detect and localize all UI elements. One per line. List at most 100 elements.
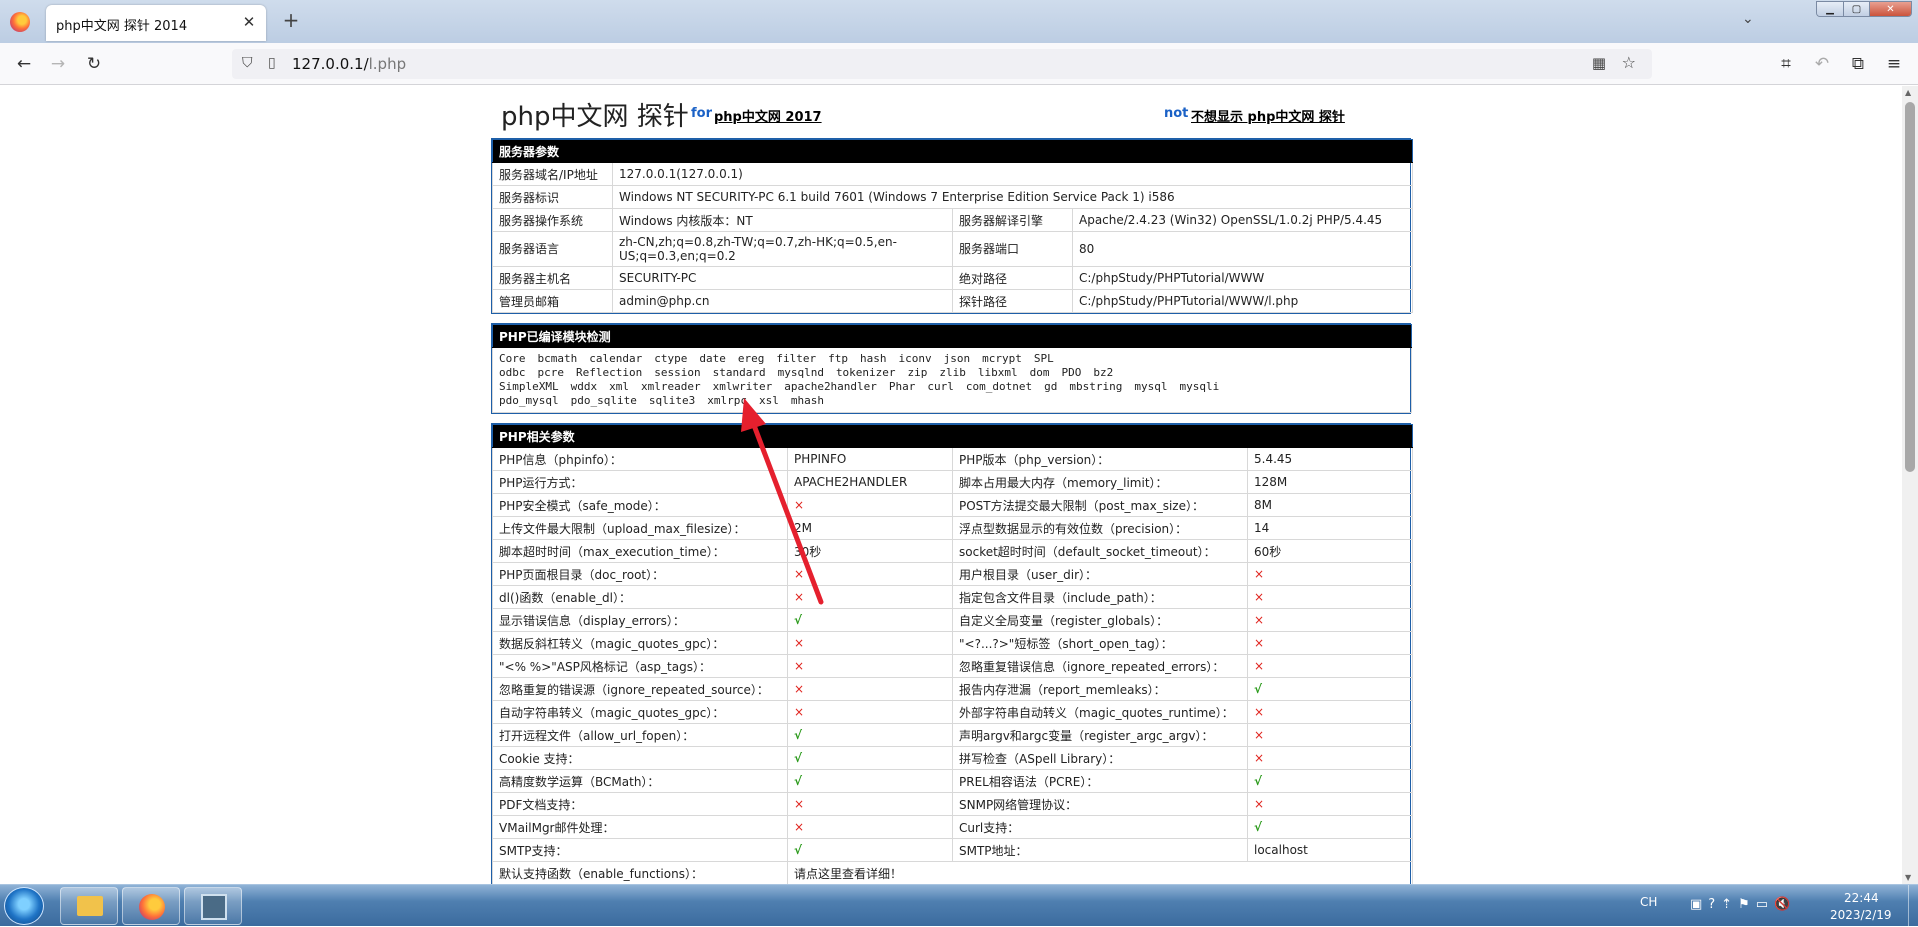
for-link[interactable]: php中文网 2017: [714, 106, 822, 125]
table-row: 高精度数学运算（BCMath）： √ PREL相容语法（PCRE）： √: [492, 769, 1414, 793]
qr-code-icon[interactable]: ▦: [1592, 54, 1606, 72]
tab-close-icon[interactable]: ✕: [240, 13, 258, 31]
page-header: php中文网 探针 for php中文网 2017 not 不想显示 php中文…: [491, 86, 1411, 138]
bookmark-star-icon[interactable]: ☆: [1622, 53, 1636, 72]
module-name: gd: [1044, 380, 1058, 393]
firefox-logo-icon: [10, 12, 30, 32]
param-key: 脚本超时时间（max_execution_time）：: [492, 539, 788, 563]
app-window-icon: [201, 894, 227, 920]
scroll-down-icon[interactable]: ▼: [1905, 873, 1911, 882]
param-key: 浮点型数据显示的有效位数（precision）：: [952, 516, 1248, 540]
module-name: mysql: [1134, 380, 1168, 393]
table-row: 打开远程文件（allow_url_fopen）： √ 声明argv和argc变量（r…: [492, 723, 1414, 747]
param-value: localhost: [1246, 838, 1414, 862]
undo-icon[interactable]: ↶: [1810, 53, 1834, 75]
module-name: mhash: [790, 394, 824, 407]
param-value: ×: [787, 677, 953, 701]
php-params-table: PHP相关参数 PHP信息（phpinfo）： PHPINFO PHP版本（php_…: [491, 423, 1414, 884]
param-value: √: [787, 723, 953, 747]
table-row: 显示错误信息（display_errors）： √ 自定义全局变量（register…: [492, 608, 1414, 632]
param-value: PHPINFO: [787, 447, 953, 471]
page-scrollbar[interactable]: ▲ ▼: [1902, 86, 1918, 884]
table-row: PHP运行方式： APACHE2HANDLER 脚本占用最大内存（memory_li…: [492, 470, 1414, 494]
module-name: sqlite3: [648, 394, 696, 407]
clock-date[interactable]: 2023/2/19: [1830, 908, 1892, 922]
module-name: session: [654, 366, 701, 379]
taskbar-app-button[interactable]: [184, 887, 242, 925]
param-value: √: [787, 608, 953, 632]
minimize-button[interactable]: ▁: [1817, 2, 1843, 16]
table-row: PHP安全模式（safe_mode）： × POST方法提交最大限制（post_ma…: [492, 493, 1414, 517]
param-key: 管理员邮箱: [492, 289, 613, 313]
module-name: bz2: [1093, 366, 1114, 379]
param-key: 脚本占用最大内存（memory_limit）：: [952, 470, 1248, 494]
module-name: calendar: [589, 352, 643, 365]
module-name: json: [943, 352, 971, 365]
module-name: pdo_mysql: [499, 394, 559, 407]
param-value: √: [787, 769, 953, 793]
module-name: ctype: [654, 352, 688, 365]
url-bar[interactable]: ⛉ ▯ 127.0.0.1/l.php ▦ ☆: [232, 49, 1652, 79]
system-tray-icons[interactable]: ▣?⇡⚑▭🔇: [1690, 897, 1796, 912]
param-key: 服务器主机名: [492, 266, 613, 290]
reload-icon[interactable]: ↻: [82, 53, 106, 75]
modules-table: PHP已编译模块检测 Core bcmath calendar ctype date er…: [491, 323, 1412, 414]
new-tab-button[interactable]: +: [280, 10, 302, 32]
input-language-indicator[interactable]: CH: [1640, 895, 1657, 909]
module-name: SPL: [1033, 352, 1054, 365]
param-value: ×: [1246, 585, 1414, 609]
module-name: mysqli: [1179, 380, 1220, 393]
taskbar-explorer-button[interactable]: [60, 887, 118, 925]
table-row: 上传文件最大限制（upload_max_filesize）： 2M 浮点型数据显示的…: [492, 516, 1414, 540]
param-value: √: [1246, 769, 1414, 793]
clock-time[interactable]: 22:44: [1844, 891, 1879, 905]
table-row: PDF文档支持： × SNMP网络管理协议： ×: [492, 792, 1414, 816]
module-name: PDO: [1061, 366, 1082, 379]
module-name: zlib: [939, 366, 966, 379]
table-row: 服务器语言 zh-CN,zh;q=0.8,zh-TW;q=0.7,zh-HK;q…: [492, 231, 1414, 267]
back-arrow-icon[interactable]: ←: [12, 53, 36, 75]
param-value: Windows 内核版本：NT: [612, 208, 953, 232]
php-params-heading: PHP相关参数: [491, 424, 1414, 448]
table-row: 数据反斜杠转义（magic_quotes_gpc）： × "<?...?>"短标签（…: [492, 631, 1414, 655]
param-value: √: [1246, 815, 1414, 839]
scroll-up-icon[interactable]: ▲: [1905, 88, 1911, 97]
module-name: tokenizer: [835, 366, 896, 379]
param-key: 拼写检查（ASpell Library）：: [952, 746, 1248, 770]
tab-active[interactable]: php中文网 探针 2014 ✕: [46, 5, 266, 41]
table-row: 自动字符串转义（magic_quotes_gpc）： × 外部字符串自动转义（mag…: [492, 700, 1414, 724]
param-key: "<% %>"ASP风格标记（asp_tags）：: [492, 654, 788, 678]
screenshot-crop-icon[interactable]: ⌗: [1774, 53, 1798, 75]
start-orb-icon[interactable]: [4, 887, 44, 925]
module-name: Reflection: [576, 366, 643, 379]
table-row: 服务器域名/IP地址 127.0.0.1(127.0.0.1): [492, 162, 1414, 186]
table-row: 服务器主机名 SECURITY-PC 绝对路径 C:/phpStudy/PHPT…: [492, 266, 1414, 290]
scroll-thumb[interactable]: [1905, 102, 1915, 472]
window-controls: ▁ ▢ ✕: [1816, 1, 1912, 17]
menu-hamburger-icon[interactable]: ≡: [1882, 53, 1906, 75]
close-window-button[interactable]: ✕: [1869, 2, 1911, 16]
param-value: C:/phpStudy/PHPTutorial/WWW: [1071, 266, 1414, 290]
hide-probe-link[interactable]: 不想显示 php中文网 探针: [1191, 106, 1345, 125]
module-name: filter: [776, 352, 817, 365]
extensions-puzzle-icon[interactable]: ⧉: [1846, 53, 1870, 75]
list-tabs-chevron-icon[interactable]: ⌄: [1742, 11, 1754, 27]
page-viewport: php中文网 探针 for php中文网 2017 not 不想显示 php中文…: [0, 86, 1902, 884]
taskbar-firefox-button[interactable]: [122, 887, 180, 925]
page-info-icon[interactable]: ▯: [268, 55, 276, 71]
module-name: xmlwriter: [712, 380, 773, 393]
show-desktop-button[interactable]: [1908, 885, 1918, 927]
windows-taskbar: CH ▣?⇡⚑▭🔇 22:44 2023/2/19: [0, 884, 1918, 927]
param-key: 数据反斜杠转义（magic_quotes_gpc）：: [492, 631, 788, 655]
url-text[interactable]: 127.0.0.1/l.php: [292, 55, 406, 73]
param-value: 60秒: [1246, 539, 1414, 563]
param-key: Cookie 支持：: [492, 746, 788, 770]
tracking-shield-icon[interactable]: ⛉: [242, 55, 253, 71]
maximize-button[interactable]: ▢: [1843, 2, 1869, 16]
table-row: 默认支持函数（enable_functions）： 请点这里查看详细！: [492, 861, 1414, 884]
forward-arrow-icon[interactable]: →: [46, 53, 70, 75]
view-functions-link[interactable]: 请点这里查看详细！: [786, 861, 1414, 884]
module-name: Core: [499, 352, 526, 365]
param-value: ×: [787, 562, 953, 586]
param-key: 上传文件最大限制（upload_max_filesize）：: [492, 516, 788, 540]
